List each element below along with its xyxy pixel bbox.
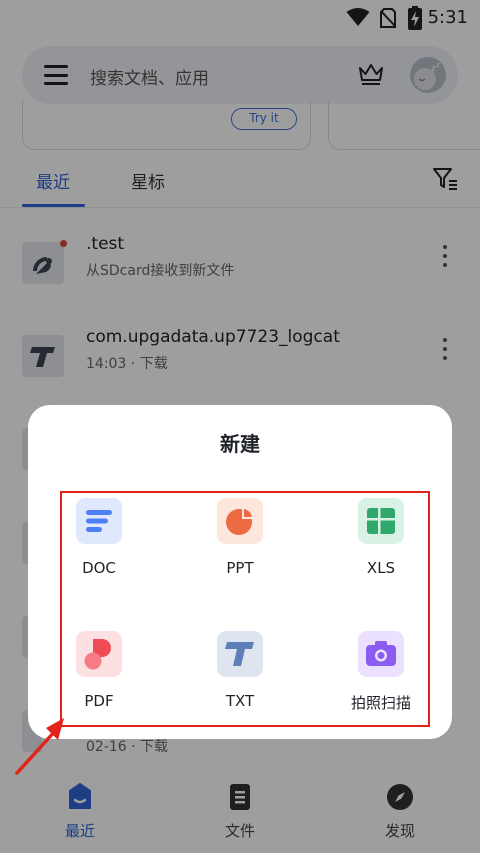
annotation-highlight-box (60, 491, 430, 727)
new-document-dialog: 新建 DOC PPT XLS PDF TXT 拍照扫描 (28, 405, 452, 739)
dialog-title: 新建 (220, 432, 260, 456)
